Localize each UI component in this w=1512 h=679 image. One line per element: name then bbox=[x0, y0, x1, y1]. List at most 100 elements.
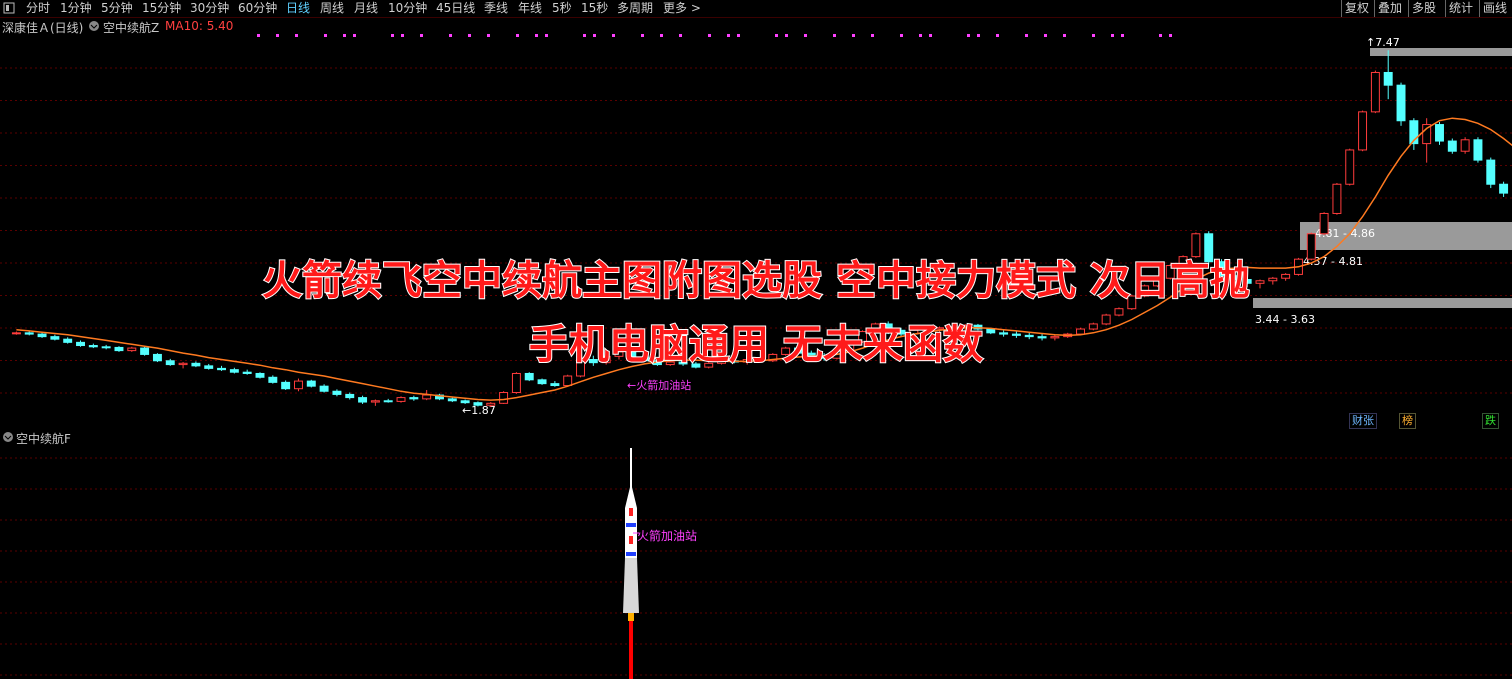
candle-body bbox=[1447, 140, 1457, 152]
period-tab-3[interactable]: 15分钟 bbox=[142, 0, 181, 17]
candle-body bbox=[460, 400, 470, 404]
candle-body bbox=[1345, 149, 1355, 185]
signal-dot bbox=[727, 34, 730, 37]
signal-dot bbox=[487, 34, 490, 37]
signal-dot bbox=[900, 34, 903, 37]
period-tab-8[interactable]: 月线 bbox=[354, 0, 378, 17]
signal-dot bbox=[708, 34, 711, 37]
signal-dot bbox=[1159, 34, 1162, 37]
signal-dot bbox=[1063, 34, 1066, 37]
candle-body bbox=[1435, 124, 1444, 142]
candle-body bbox=[1358, 111, 1368, 151]
signal-dot bbox=[919, 34, 922, 37]
signal-dot bbox=[295, 34, 298, 37]
candle-body bbox=[524, 372, 534, 381]
period-tab-2[interactable]: 5分钟 bbox=[101, 0, 133, 17]
candle-body bbox=[1473, 139, 1483, 161]
signal-dot bbox=[737, 34, 740, 37]
candle-body bbox=[447, 398, 457, 402]
signal-dot bbox=[401, 34, 404, 37]
period-tab-14[interactable]: 15秒 bbox=[581, 0, 608, 17]
sub-marker-label: 火箭加油站 bbox=[637, 529, 698, 543]
candle-body bbox=[409, 397, 419, 400]
period-tab-15[interactable]: 多周期 bbox=[617, 0, 653, 17]
signal-dot bbox=[996, 34, 999, 37]
period-tab-9[interactable]: 10分钟 bbox=[388, 0, 427, 17]
signal-dot bbox=[545, 34, 548, 37]
toolbar-button-0[interactable]: 复权 bbox=[1341, 0, 1372, 17]
signal-dot bbox=[343, 34, 346, 37]
toolbar-button-4[interactable]: 画线 bbox=[1479, 0, 1510, 17]
period-tab-11[interactable]: 季线 bbox=[484, 0, 508, 17]
candle-body bbox=[486, 402, 496, 406]
signal-dot bbox=[967, 34, 970, 37]
signal-dots bbox=[257, 34, 1172, 37]
candle-body bbox=[281, 381, 291, 390]
signal-dot bbox=[353, 34, 356, 37]
signal-dot bbox=[468, 34, 471, 37]
toolbar-button-3[interactable]: 统计 bbox=[1445, 0, 1476, 17]
signal-dot bbox=[833, 34, 836, 37]
signal-dot bbox=[449, 34, 452, 37]
signal-dot bbox=[583, 34, 586, 37]
candle-body bbox=[229, 369, 239, 373]
candle-body bbox=[473, 402, 483, 406]
candle-body bbox=[345, 393, 355, 399]
candle-body bbox=[1396, 84, 1406, 122]
high-label: ↑7.47 bbox=[1366, 36, 1400, 49]
signal-dot bbox=[593, 34, 596, 37]
period-toolbar: 分时 1分钟 5分钟 15分钟 30分钟 60分钟 日线 周线 月线 10分钟 45日线 季线 年线 5秒… bbox=[0, 0, 1512, 18]
main-marker-label: ←火箭加油站 bbox=[627, 378, 691, 392]
sub-canvas bbox=[0, 448, 1512, 679]
candle-body bbox=[422, 394, 432, 400]
signal-dot bbox=[852, 34, 855, 37]
candle-body bbox=[1383, 71, 1393, 86]
signal-dot bbox=[612, 34, 615, 37]
toolbar-button-2[interactable]: 多股 bbox=[1408, 0, 1439, 17]
candle-body bbox=[396, 397, 406, 402]
period-tab-13[interactable]: 5秒 bbox=[552, 0, 572, 17]
signal-dot bbox=[1025, 34, 1028, 37]
signal-dot bbox=[775, 34, 778, 37]
badge-caizhang[interactable]: 财张 bbox=[1349, 413, 1377, 429]
sub-indicator-chart[interactable]: 空中续航F 火箭加油站 bbox=[0, 428, 1512, 679]
period-tab-1[interactable]: 1分钟 bbox=[60, 0, 92, 17]
candle-body bbox=[1332, 183, 1342, 214]
signal-dot bbox=[324, 34, 327, 37]
period-tab-12[interactable]: 年线 bbox=[518, 0, 542, 17]
signal-dot bbox=[420, 34, 423, 37]
zone-top bbox=[1370, 48, 1512, 56]
period-tab-5[interactable]: 60分钟 bbox=[238, 0, 277, 17]
period-tab-10[interactable]: 45日线 bbox=[436, 0, 475, 17]
candle-body bbox=[563, 375, 573, 387]
candle-body bbox=[306, 380, 316, 387]
badge-die[interactable]: 跌 bbox=[1482, 413, 1499, 429]
period-tab-16[interactable]: 更多 > bbox=[663, 0, 701, 17]
overlay-line-2: 手机电脑通用 无未来函数 bbox=[528, 321, 984, 369]
signal-dot bbox=[785, 34, 788, 37]
candle-body bbox=[255, 372, 265, 378]
period-tab-7[interactable]: 周线 bbox=[320, 0, 344, 17]
signal-dot bbox=[871, 34, 874, 37]
period-tab-0[interactable]: 分时 bbox=[26, 0, 50, 17]
signal-dot bbox=[660, 34, 663, 37]
signal-dot bbox=[516, 34, 519, 37]
overlay-line-1: 火箭续飞空中续航主图附图选股 空中接力模式 次日高抛 bbox=[261, 257, 1251, 305]
toolbar-button-1[interactable]: 叠加 bbox=[1374, 0, 1405, 17]
signal-dot bbox=[1121, 34, 1124, 37]
candle-body bbox=[268, 376, 278, 383]
period-tab-4[interactable]: 30分钟 bbox=[190, 0, 229, 17]
candle-body bbox=[370, 400, 380, 403]
candle-body bbox=[383, 400, 393, 403]
signal-dot bbox=[929, 34, 932, 37]
signal-dot bbox=[391, 34, 394, 37]
candle-body bbox=[293, 380, 303, 390]
candle-body bbox=[319, 385, 329, 392]
signal-dot bbox=[257, 34, 260, 37]
candle-body bbox=[1319, 212, 1329, 235]
menu-icon[interactable] bbox=[3, 0, 15, 17]
period-tab-6[interactable]: 日线 bbox=[286, 0, 310, 17]
candle-body bbox=[332, 390, 342, 395]
signal-dot bbox=[804, 34, 807, 37]
badge-bang[interactable]: 榜 bbox=[1399, 413, 1416, 429]
